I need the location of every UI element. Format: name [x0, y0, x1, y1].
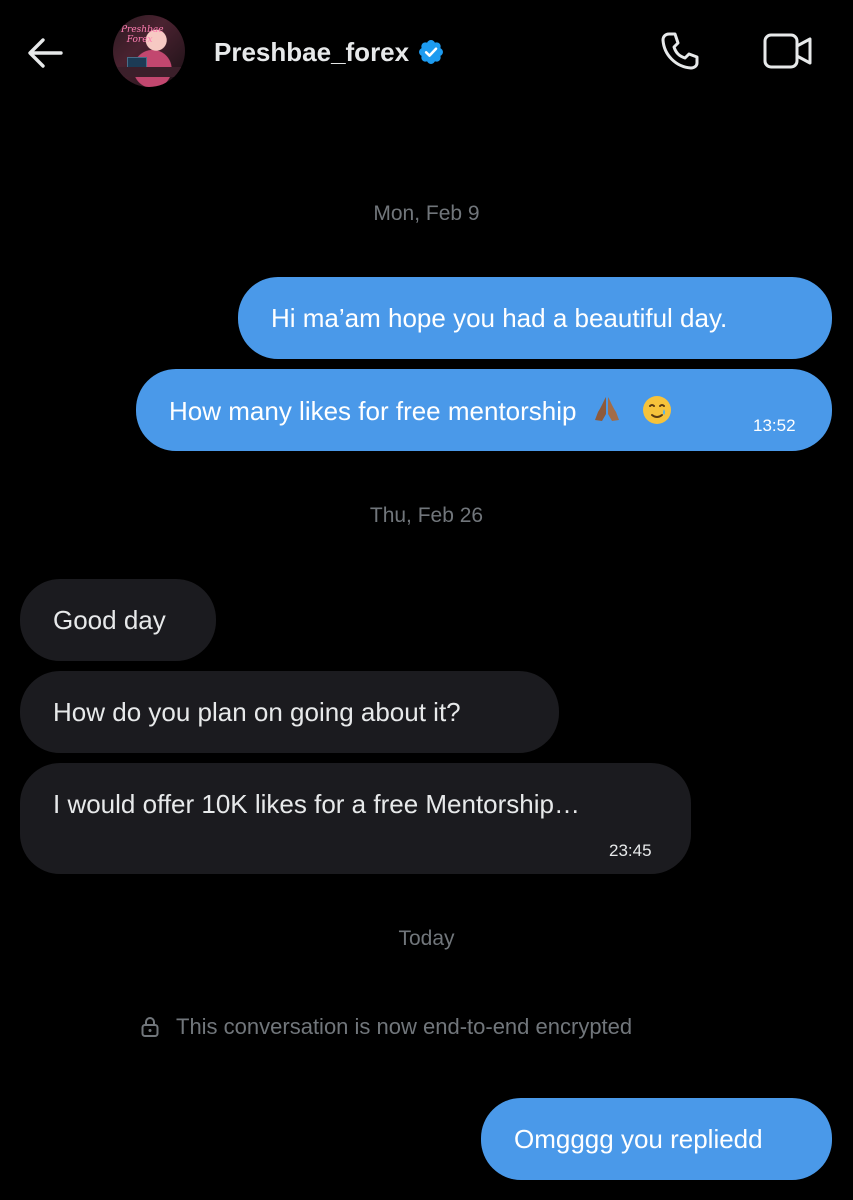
message-text: Good day [53, 605, 166, 635]
avatar[interactable]: Preshbae Forex [113, 15, 185, 87]
incoming-message[interactable]: How do you plan on going about it? [20, 671, 559, 753]
message-text: Omgggg you repliedd [514, 1124, 763, 1154]
back-button[interactable] [22, 30, 68, 76]
date-separator: Thu, Feb 26 [369, 504, 484, 527]
outgoing-message[interactable]: How many likes for free mentorship 13:52 [136, 369, 832, 451]
avatar-desk [113, 67, 185, 77]
video-camera-icon[interactable] [762, 30, 814, 72]
message-timestamp: 13:52 [753, 416, 796, 435]
message-text: Hi ma’am hope you had a beautiful day. [271, 303, 728, 333]
incoming-message[interactable]: I would offer 10K likes for a free Mento… [20, 763, 691, 874]
outgoing-message[interactable]: Omgggg you repliedd [481, 1098, 832, 1180]
message-text: How do you plan on going about it? [53, 697, 461, 727]
message-text: I would offer 10K likes for a free Mento… [53, 789, 580, 819]
encryption-notice-text: This conversation is now end-to-end encr… [176, 1014, 633, 1039]
verified-badge-icon [419, 40, 444, 64]
incoming-message[interactable]: Good day [20, 579, 216, 661]
conversation-header: Preshbae Forex Preshbae_forex [0, 0, 853, 100]
back-arrow-icon [28, 38, 63, 68]
lock-icon [141, 1017, 159, 1037]
dm-conversation-screen: Preshbae Forex Preshbae_forex Mon, Feb 9… [0, 0, 853, 1200]
smiling-face-with-tear-emoji-icon [642, 396, 671, 424]
encryption-notice: This conversation is now end-to-end encr… [140, 1014, 632, 1040]
contact-name-row[interactable]: Preshbae_forex [214, 34, 445, 70]
phone-icon[interactable] [657, 28, 703, 74]
outgoing-message[interactable]: Hi ma’am hope you had a beautiful day. [238, 277, 832, 359]
contact-name: Preshbae_forex [214, 36, 410, 67]
message-text: How many likes for free mentorship [169, 396, 577, 426]
message-timestamp: 23:45 [609, 841, 652, 860]
avatar-neon-sign: Preshbae Forex [121, 25, 164, 45]
date-separator: Mon, Feb 9 [373, 202, 480, 225]
folded-hands-emoji-icon [594, 397, 619, 421]
date-separator: Today [398, 927, 455, 950]
